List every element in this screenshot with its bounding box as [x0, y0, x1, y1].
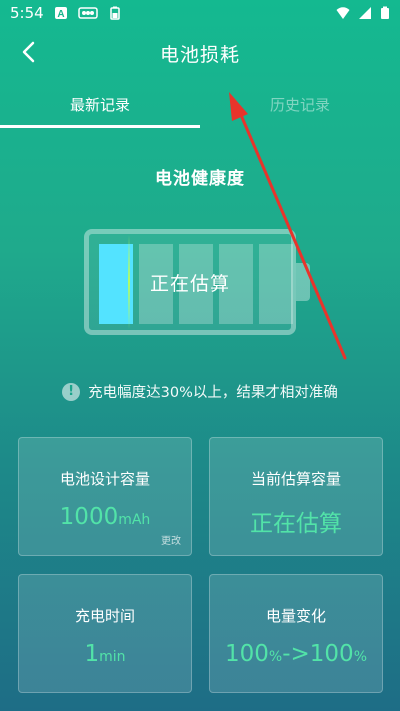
app-notification-icon: A — [54, 7, 67, 20]
battery-saver-icon — [109, 6, 120, 20]
design-capacity-number: 1000 — [59, 504, 119, 530]
battery-graphic: 正在估算 — [80, 229, 320, 339]
battery-icon — [381, 6, 389, 19]
page-title: 电池损耗 — [159, 43, 240, 66]
level-change-value: 100%->100% — [210, 641, 382, 667]
design-capacity-value: 1000mAh — [19, 504, 191, 530]
edit-capacity-link[interactable]: 更改 — [161, 532, 181, 547]
level-to-unit: % — [353, 649, 367, 665]
level-change-label: 电量变化 — [265, 607, 326, 625]
level-to: 100 — [309, 641, 354, 667]
charge-time-value: 1min — [19, 641, 191, 667]
estimated-capacity-value: 正在估算 — [250, 511, 342, 537]
level-from: 100 — [224, 641, 269, 667]
design-capacity-card: 电池设计容量 1000mAh 更改 — [18, 437, 192, 556]
estimated-capacity-card: 当前估算容量 正在估算 — [209, 437, 383, 556]
tab-bar: 最新记录 历史记录 — [0, 80, 400, 128]
status-bar-right — [336, 6, 390, 20]
status-bar: 5:54 A — [0, 0, 400, 26]
battery-health-title: 电池健康度 — [155, 169, 245, 189]
charge-time-unit: min — [99, 649, 126, 665]
design-capacity-label: 电池设计容量 — [59, 470, 150, 488]
level-arrow: -> — [282, 641, 310, 667]
estimated-capacity-label: 当前估算容量 — [250, 470, 341, 488]
signal-icon — [359, 7, 371, 19]
tab-history-records[interactable]: 历史记录 — [200, 80, 400, 128]
notification-icon — [77, 7, 98, 19]
back-arrow-icon — [22, 41, 35, 63]
accuracy-notice-text: 充电幅度达30%以上，结果才相对准确 — [88, 385, 338, 401]
charge-time-number: 1 — [84, 641, 100, 667]
svg-text:A: A — [57, 9, 64, 20]
status-bar-left: 5:54 A — [10, 4, 122, 22]
active-tab-indicator — [0, 125, 200, 128]
back-button[interactable] — [14, 38, 42, 66]
tab-latest-records[interactable]: 最新记录 — [0, 80, 200, 128]
accuracy-notice: ! 充电幅度达30%以上，结果才相对准确 — [0, 381, 400, 402]
level-change-card: 电量变化 100%->100% — [209, 574, 383, 693]
charge-time-card: 充电时间 1min — [18, 574, 192, 693]
status-time: 5:54 — [10, 4, 44, 22]
info-icon: ! — [62, 382, 81, 401]
wifi-icon — [336, 7, 350, 19]
battery-status-text: 正在估算 — [149, 272, 230, 295]
design-capacity-unit: mAh — [118, 512, 151, 528]
app-header: 电池损耗 — [0, 26, 400, 80]
charge-time-label: 充电时间 — [74, 607, 135, 625]
level-from-unit: % — [268, 649, 283, 665]
battery-tip — [296, 263, 310, 301]
